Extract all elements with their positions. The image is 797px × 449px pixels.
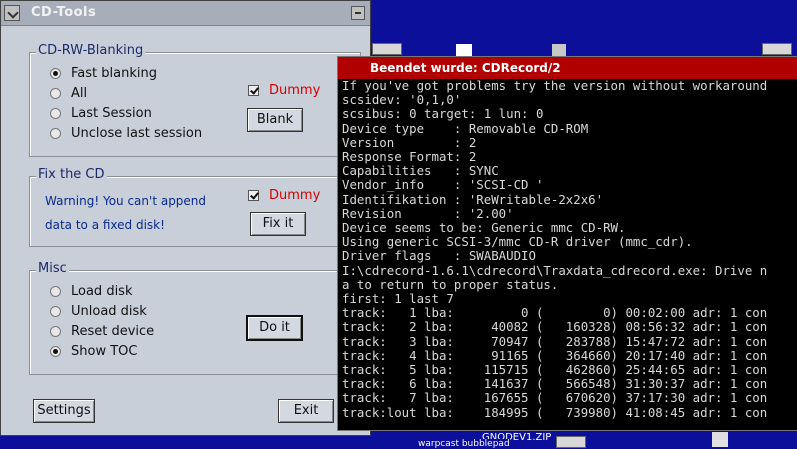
checkbox-label: Dummy [269, 188, 321, 203]
misc-group: Misc Load disk Unload disk Reset device … [29, 261, 361, 375]
console-line: track: 4 lba: 91165 ( 364660) 20:17:40 a… [342, 347, 768, 363]
blanking-legend: CD-RW-Blanking [36, 43, 146, 58]
radio-label: Load disk [71, 284, 133, 299]
console-line: If you've got problems try the version w… [342, 78, 768, 93]
console-line: track: 3 lba: 70947 ( 283788) 15:47:72 a… [342, 333, 768, 349]
radio-dot[interactable] [50, 346, 61, 357]
console-line: Vendor_info : 'SCSI-CD ' [342, 177, 544, 193]
fix-it-button[interactable]: Fix it [250, 212, 306, 236]
fix-dummy-checkbox[interactable]: Dummy [248, 188, 320, 203]
exit-button[interactable]: Exit [278, 399, 334, 423]
console-line: Identifikation : 'ReWritable-2x2x6' [342, 191, 604, 207]
user-icon[interactable] [712, 432, 728, 447]
blank-button[interactable]: Blank [247, 108, 303, 132]
checkbox-label: Dummy [269, 83, 321, 98]
blanking-dummy-checkbox[interactable]: Dummy [248, 83, 320, 98]
console-line: track:lout lba: 184995 ( 739980) 41:08:4… [342, 404, 768, 420]
settings-button[interactable]: Settings [33, 399, 95, 423]
radio-dot[interactable] [50, 286, 61, 297]
radio-dot[interactable] [50, 88, 61, 99]
fix-legend: Fix the CD [36, 167, 107, 182]
desktop-mini-icon[interactable] [762, 43, 792, 55]
radio-dot[interactable] [50, 108, 61, 119]
minimize-icon[interactable] [351, 6, 365, 20]
radio-label: Show TOC [71, 344, 138, 359]
cdrecord-console-window: Beendet wurde: CDRecord/2 If you've got … [337, 56, 797, 431]
fix-warning-line1: Warning! You can't append [45, 194, 207, 208]
radio-dot[interactable] [50, 306, 61, 317]
checkbox-box[interactable] [248, 85, 259, 96]
desktop-mini-icon[interactable] [556, 436, 586, 448]
window-title: CD-Tools [31, 5, 97, 20]
console-line: Version : 2 [342, 134, 477, 150]
system-menu-icon[interactable] [4, 5, 20, 21]
radio-all[interactable]: All [50, 86, 87, 101]
radio-dot[interactable] [50, 128, 61, 139]
console-line: Device type : Removable CD-ROM [342, 120, 589, 136]
radio-reset-device[interactable]: Reset device [50, 324, 154, 339]
console-line: I:\cdrecord-1.6.1\cdrecord\Traxdata_cdre… [342, 262, 768, 278]
console-line: Capabilities : SYNC [342, 163, 499, 179]
radio-unload-disk[interactable]: Unload disk [50, 304, 147, 319]
radio-label: Last Session [71, 106, 152, 121]
radio-dot[interactable] [50, 326, 61, 337]
console-line: track: 1 lba: 0 ( 0) 00:02:00 adr: 1 con [342, 305, 768, 321]
blanking-group: CD-RW-Blanking Fast blanking All Last Se… [29, 43, 361, 157]
radio-label: Fast blanking [71, 66, 157, 81]
radio-show-toc[interactable]: Show TOC [50, 344, 137, 359]
console-line: track: 5 lba: 115715 ( 462860) 25:44:65 … [342, 362, 768, 378]
console-line: Device seems to be: Generic mmc CD-RW. [342, 220, 626, 236]
console-line: track: 7 lba: 167655 ( 670620) 37:17:30 … [342, 390, 768, 406]
radio-label: Unload disk [71, 304, 147, 319]
console-line: scsibus: 0 target: 1 lun: 0 [342, 106, 544, 122]
console-line: track: 6 lba: 141637 ( 566548) 31:30:37 … [342, 376, 768, 392]
titlebar[interactable]: CD-Tools [1, 1, 370, 26]
console-output[interactable]: If you've got problems try the version w… [342, 78, 797, 430]
desktop-mini-icon[interactable] [372, 43, 402, 55]
radio-load-disk[interactable]: Load disk [50, 284, 132, 299]
desktop-file-label[interactable]: warpcast bubblepad [418, 439, 510, 449]
misc-legend: Misc [36, 261, 69, 276]
console-line: a to return to proper status. [342, 276, 559, 292]
console-line: track: 2 lba: 40082 ( 160328) 08:56:32 a… [342, 319, 768, 335]
drive-icon[interactable] [552, 44, 566, 56]
radio-dot[interactable] [50, 68, 61, 79]
fix-group: Fix the CD Warning! You can't append dat… [29, 167, 361, 247]
fix-warning-line2: data to a fixed disk! [45, 218, 165, 232]
do-it-button[interactable]: Do it [246, 315, 303, 341]
console-title[interactable]: Beendet wurde: CDRecord/2 [338, 57, 797, 79]
console-line: Driver flags : SWABAUDIO [342, 248, 536, 264]
console-line: Using generic SCSI-3/mmc CD-R driver (mm… [342, 234, 693, 250]
cdtools-window: CD-Tools CD-RW-Blanking Fast blanking Al… [0, 0, 371, 436]
checkbox-box[interactable] [248, 190, 259, 201]
radio-last-session[interactable]: Last Session [50, 106, 152, 121]
radio-label: Unclose last session [71, 126, 203, 141]
radio-unclose-last-session[interactable]: Unclose last session [50, 126, 202, 141]
console-line: Revision : '2.00' [342, 205, 514, 221]
radio-fast-blanking[interactable]: Fast blanking [50, 66, 157, 81]
document-icon[interactable] [456, 44, 472, 56]
radio-label: Reset device [71, 324, 155, 339]
console-line: scsidev: '0,1,0' [342, 92, 462, 108]
console-line: Response Format: 2 [342, 149, 477, 165]
radio-label: All [71, 86, 88, 101]
console-line: first: 1 last 7 [342, 291, 454, 307]
